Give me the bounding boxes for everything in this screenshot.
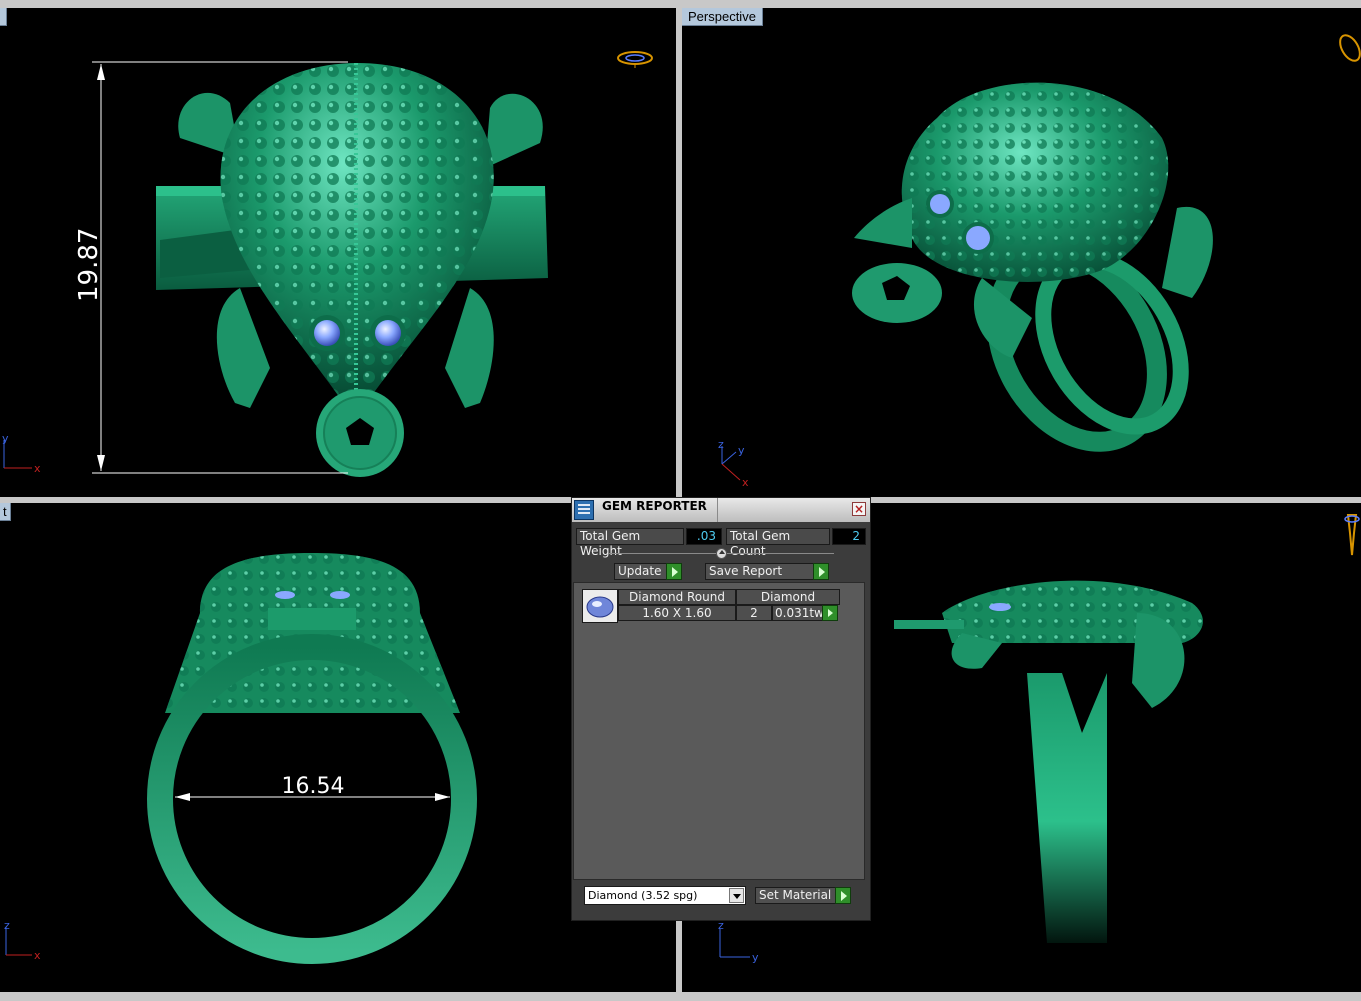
material-select-value: Diamond (3.52 spg): [588, 889, 698, 902]
axis-v-label: y: [2, 432, 9, 445]
gem-row[interactable]: Diamond Round Diamond 1.60 X 1.60 2 0.03…: [582, 589, 840, 623]
gem-weight: 0.031tw: [772, 605, 824, 621]
total-gem-count-label: Total Gem Count: [726, 528, 830, 558]
gem-row-action-button[interactable]: [822, 605, 838, 621]
gem-reporter-app-icon: [574, 500, 594, 520]
gem-shape: Diamond Round: [618, 589, 736, 605]
axis-h-label: y: [752, 951, 759, 964]
axis-h-label: x: [34, 462, 41, 474]
gem-size: 1.60 X 1.60: [618, 605, 736, 621]
material-select[interactable]: Diamond (3.52 spg): [584, 886, 746, 905]
total-gem-weight-label: Total Gem Weight: [576, 528, 684, 558]
gem-material: Diamond: [736, 589, 840, 605]
gem-list[interactable]: Diamond Round Diamond 1.60 X 1.60 2 0.03…: [573, 582, 865, 880]
save-report-button[interactable]: Save Report: [705, 563, 829, 580]
axis-triad: z y: [714, 917, 764, 965]
axis-triad: z x: [0, 917, 44, 963]
total-gem-weight-value: .03: [686, 528, 722, 545]
viewport-perspective[interactable]: Perspective z y x: [682, 8, 1361, 497]
height-dimension: 19.87: [74, 228, 104, 302]
update-button-label: Update: [618, 564, 662, 578]
axis-d-label: y: [738, 444, 745, 457]
update-button[interactable]: Update: [614, 563, 682, 580]
inner-diameter-dimension: 16.54: [282, 774, 345, 799]
title-divider: [717, 498, 718, 522]
chevron-down-icon[interactable]: [729, 888, 744, 903]
axis-v-label: z: [4, 919, 10, 932]
gem-reporter-panel[interactable]: GEM REPORTER × Total Gem Weight .03 Tota…: [571, 497, 871, 921]
axis-triad: y x: [0, 432, 44, 474]
axis-triad: z y x: [714, 438, 758, 490]
ring-top-view: 19.87: [74, 51, 653, 477]
round-diamond-icon: [582, 589, 618, 623]
gem-reporter-title: GEM REPORTER: [602, 499, 707, 513]
gem-count: 2: [736, 605, 772, 621]
axis-h-label: x: [742, 476, 749, 489]
total-gem-count-value: 2: [832, 528, 866, 545]
play-arrow-icon[interactable]: [835, 887, 851, 904]
ring-perspective-view: [852, 32, 1361, 452]
axis-h-label: x: [34, 949, 41, 962]
set-material-button-label: Set Material: [759, 888, 832, 902]
save-report-button-label: Save Report: [709, 564, 783, 578]
set-material-button[interactable]: Set Material: [755, 887, 851, 904]
ring-orientation-icon[interactable]: [617, 51, 653, 68]
axis-v-label: z: [718, 438, 724, 451]
report-slider-handle[interactable]: [716, 548, 727, 559]
ring-orientation-icon[interactable]: [1344, 514, 1360, 556]
viewport-top[interactable]: 19.87 y x: [0, 8, 676, 497]
ring-orientation-icon[interactable]: [1336, 32, 1361, 64]
play-arrow-icon[interactable]: [666, 563, 682, 580]
gem-reporter-titlebar[interactable]: GEM REPORTER ×: [572, 498, 870, 522]
close-icon[interactable]: ×: [852, 502, 866, 516]
play-arrow-icon[interactable]: [813, 563, 829, 580]
